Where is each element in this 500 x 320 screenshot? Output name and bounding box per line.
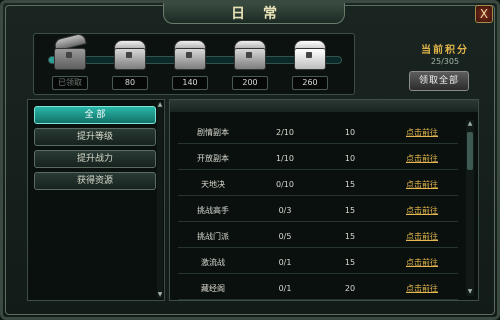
treasure-chest-icon[interactable] [292,38,326,72]
go-to-task-link[interactable]: 点击前往 [392,122,452,144]
go-to-task-link[interactable]: 点击前往 [392,252,452,274]
chest-threshold-label: 已领取 [52,76,88,90]
chest-threshold-label: 200 [232,76,268,90]
task-row: 挑战门派 0/5 15 点击前往 [170,226,462,248]
task-scrollbar[interactable]: ▲ ▼ [466,120,474,296]
task-name: 藏经阁 [201,284,225,293]
task-name: 激流战 [201,258,225,267]
task-points: 15 [344,232,356,241]
go-to-task-link[interactable]: 点击前往 [392,278,452,300]
task-name: 天地决 [201,180,225,189]
scroll-up-arrow-icon[interactable]: ▲ [157,102,163,108]
row-divider [178,143,458,144]
close-icon[interactable]: X [475,5,493,23]
claim-all-button[interactable]: 领取全部 [409,71,469,91]
scroll-down-arrow-icon[interactable]: ▼ [466,288,474,296]
go-to-task-link[interactable]: 点击前往 [392,148,452,170]
task-points: 15 [344,258,356,267]
category-scrollbar[interactable]: ▲ ▼ [157,102,163,298]
task-row: 藏经阁 0/1 20 点击前往 [170,278,462,300]
go-to-task-link[interactable]: 点击前往 [392,200,452,222]
task-progress: 0/3 [278,206,292,215]
daily-window: 日常 X 已领取 80 140 200 260 当前积分 25/305 领取全部 全 部… [0,0,500,320]
task-row: 天地决 0/10 15 点击前往 [170,174,462,196]
treasure-chest-icon[interactable] [52,32,87,72]
category-tab[interactable]: 提升等级 [34,128,156,146]
task-points: 10 [344,128,356,137]
task-row: 开放副本 1/10 10 点击前往 [170,148,462,170]
category-tab[interactable]: 全 部 [34,106,156,124]
category-panel: 全 部提升等级提升战力获得资源 ▲ ▼ [27,99,165,301]
chest-threshold-label: 140 [172,76,208,90]
row-divider [178,221,458,222]
category-tab[interactable]: 提升战力 [34,150,156,168]
title-bar: 日常 [163,3,345,24]
task-points: 10 [344,154,356,163]
task-points: 20 [344,284,356,293]
task-table: 剧情副本 2/10 10 点击前往 开放副本 1/10 10 点击前往 天地决 0/10 15 点击前… [169,99,479,301]
task-progress: 0/10 [276,180,294,189]
row-divider [178,247,458,248]
category-tab[interactable]: 获得资源 [34,172,156,190]
scroll-down-arrow-icon[interactable]: ▼ [157,292,163,298]
window-title: 日常 [231,6,295,22]
treasure-chest-icon[interactable] [232,38,266,72]
task-row: 挑战高手 0/3 15 点击前往 [170,200,462,222]
row-divider [178,273,458,274]
chest-threshold-label: 260 [292,76,328,90]
task-progress: 1/10 [276,154,294,163]
chest-threshold-label: 80 [112,76,148,90]
task-name: 挑战高手 [197,206,229,215]
task-name: 开放副本 [197,154,229,163]
current-points-label: 当前积分 [421,45,469,56]
task-progress: 2/10 [276,128,294,137]
task-name: 剧情副本 [197,128,229,137]
treasure-chest-icon[interactable] [172,38,206,72]
task-name: 挑战门派 [197,232,229,241]
scroll-up-arrow-icon[interactable]: ▲ [466,120,474,128]
task-row: 激流战 0/1 15 点击前往 [170,252,462,274]
row-divider [178,299,458,300]
go-to-task-link[interactable]: 点击前往 [392,174,452,196]
table-header [170,100,478,112]
treasure-chest-icon[interactable] [112,38,146,72]
task-points: 15 [344,180,356,189]
task-progress: 0/5 [278,232,292,241]
task-row: 剧情副本 2/10 10 点击前往 [170,122,462,144]
current-points-value: 25/305 [430,57,460,66]
task-progress: 0/1 [278,258,292,267]
row-divider [178,169,458,170]
scroll-thumb[interactable] [467,132,473,170]
task-points: 15 [344,206,356,215]
row-divider [178,195,458,196]
task-progress: 0/1 [278,284,292,293]
go-to-task-link[interactable]: 点击前往 [392,226,452,248]
reward-progress-panel: 已领取 80 140 200 260 [33,32,355,95]
